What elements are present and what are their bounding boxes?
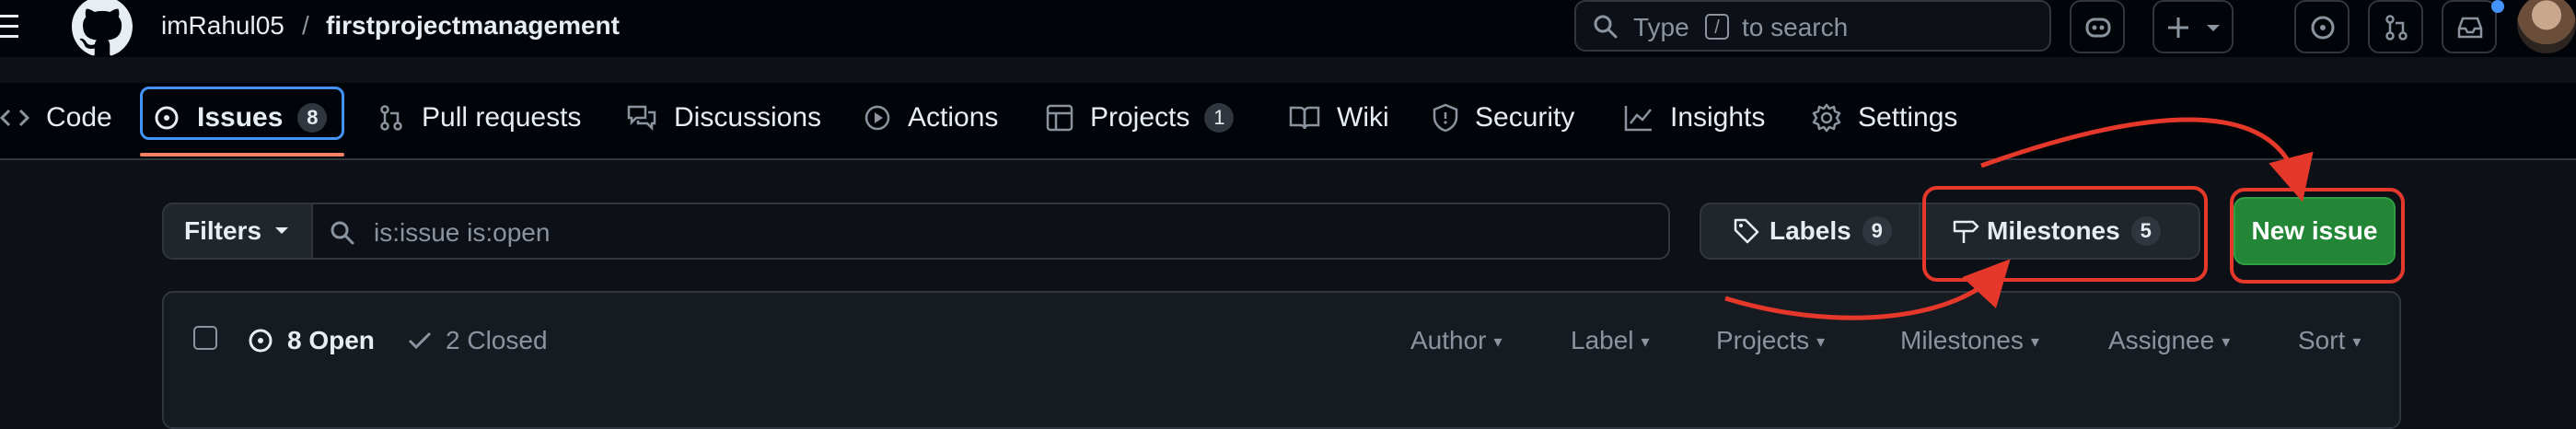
arrow-to-new-issue [1980, 117, 2314, 203]
annotation-arrows [1724, 117, 2314, 320]
arrow-to-milestones [1724, 259, 2011, 320]
